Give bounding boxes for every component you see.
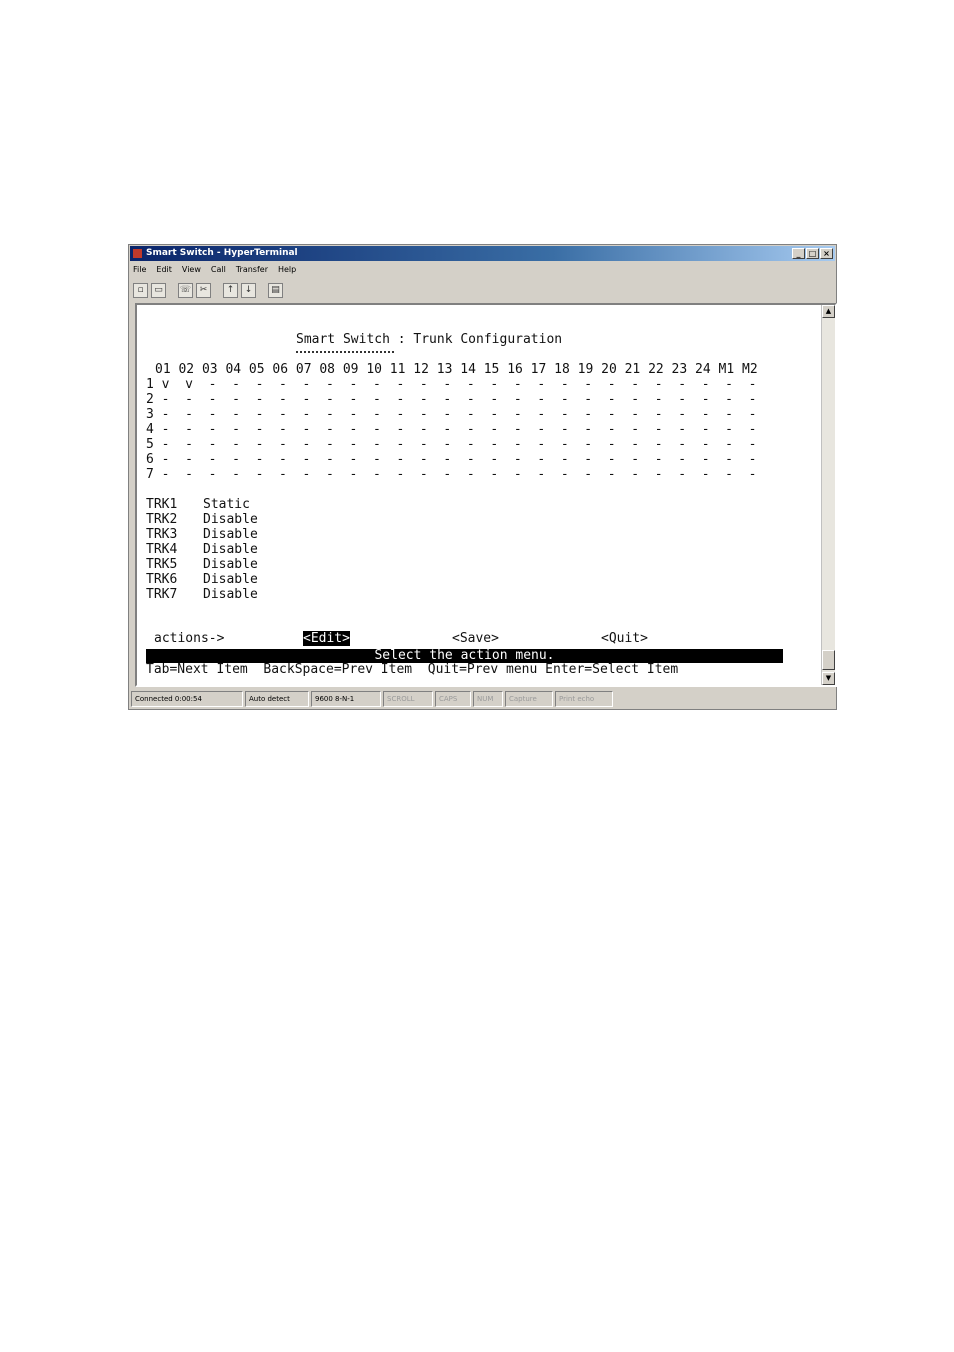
- status-message: Select the action menu.: [146, 649, 783, 663]
- trunk-row-2: 2 - - - - - - - - - - - - - - - - - - - …: [146, 392, 757, 407]
- trunk-mode: Static: [203, 497, 250, 512]
- hyperterminal-window: Smart Switch - HyperTerminal _ □ × File …: [128, 244, 837, 710]
- scroll-up-arrow-icon[interactable]: ▲: [822, 305, 835, 318]
- vertical-scrollbar[interactable]: ▲ ▼: [821, 305, 835, 685]
- menu-file[interactable]: File: [133, 263, 146, 277]
- trunk-mode: Disable: [203, 572, 258, 587]
- disconnect-icon[interactable]: ✂: [196, 282, 211, 298]
- close-button[interactable]: ×: [820, 248, 833, 259]
- open-icon[interactable]: ▭: [151, 282, 166, 298]
- new-connection-icon[interactable]: ▫: [133, 282, 148, 298]
- trunk-name: TRK5: [146, 557, 178, 572]
- trunk-name: TRK4: [146, 542, 178, 557]
- hyperterminal-app-icon: [133, 249, 142, 258]
- trunk-row-4: 4 - - - - - - - - - - - - - - - - - - - …: [146, 422, 757, 437]
- trunk-row-1: 1 v v - - - - - - - - - - - - - - - - - …: [146, 377, 757, 392]
- scroll-down-arrow-icon[interactable]: ▼: [822, 672, 835, 685]
- window-title: Smart Switch - HyperTerminal: [146, 248, 298, 258]
- toolbar: ▫ ▭ ☏ ✂ ↑ ↓ ▤: [133, 281, 283, 299]
- edit-action[interactable]: <Edit>: [303, 631, 350, 646]
- terminal-screen[interactable]: Smart Switch : Trunk Configuration 01 02…: [146, 310, 786, 677]
- trunk-mode: Disable: [203, 527, 258, 542]
- trunk-mode: Disable: [203, 542, 258, 557]
- menu-transfer[interactable]: Transfer: [236, 263, 268, 277]
- menu-edit[interactable]: Edit: [156, 263, 172, 277]
- print-echo-indicator: Print echo: [555, 691, 613, 707]
- menu-bar: File Edit View Call Transfer Help: [133, 263, 296, 277]
- trunk-row-6: 6 - - - - - - - - - - - - - - - - - - - …: [146, 452, 757, 467]
- terminal-frame[interactable]: Smart Switch : Trunk Configuration 01 02…: [135, 303, 837, 687]
- quit-action[interactable]: <Quit>: [601, 631, 648, 646]
- title-underline: [296, 351, 394, 353]
- detect-mode: Auto detect: [245, 691, 309, 707]
- receive-icon[interactable]: ↓: [241, 282, 256, 298]
- trunk-name: TRK3: [146, 527, 178, 542]
- trunk-name: TRK7: [146, 587, 178, 602]
- maximize-button[interactable]: □: [806, 248, 819, 259]
- screen-title: Smart Switch : Trunk Configuration: [296, 332, 563, 347]
- properties-icon[interactable]: ▤: [268, 282, 283, 298]
- trunk-mode: Disable: [203, 587, 258, 602]
- status-bar: Connected 0:00:54 Auto detect 9600 8-N-1…: [131, 691, 834, 707]
- trunk-name: TRK2: [146, 512, 178, 527]
- window-controls: _ □ ×: [792, 248, 833, 259]
- num-indicator: NUM: [473, 691, 503, 707]
- save-action[interactable]: <Save>: [452, 631, 499, 646]
- trunk-mode: Disable: [203, 557, 258, 572]
- capture-indicator: Capture: [505, 691, 553, 707]
- trunk-row-3: 3 - - - - - - - - - - - - - - - - - - - …: [146, 407, 757, 422]
- send-icon[interactable]: ↑: [223, 282, 238, 298]
- scroll-indicator: SCROLL: [383, 691, 433, 707]
- trunk-name: TRK6: [146, 572, 178, 587]
- call-icon[interactable]: ☏: [178, 282, 193, 298]
- minimize-button[interactable]: _: [792, 248, 805, 259]
- connection-time: Connected 0:00:54: [131, 691, 243, 707]
- menu-call[interactable]: Call: [211, 263, 226, 277]
- port-settings: 9600 8-N-1: [311, 691, 381, 707]
- menu-help[interactable]: Help: [278, 263, 296, 277]
- trunk-mode: Disable: [203, 512, 258, 527]
- trunk-name: TRK1: [146, 497, 178, 512]
- title-bar[interactable]: Smart Switch - HyperTerminal _ □ ×: [130, 246, 835, 261]
- menu-view[interactable]: View: [182, 263, 201, 277]
- scroll-thumb[interactable]: [822, 650, 835, 670]
- port-header: 01 02 03 04 05 06 07 08 09 10 11 12 13 1…: [155, 362, 758, 377]
- help-line: Tab=Next Item BackSpace=Prev Item Quit=P…: [146, 662, 679, 677]
- trunk-row-7: 7 - - - - - - - - - - - - - - - - - - - …: [146, 467, 757, 482]
- trunk-row-5: 5 - - - - - - - - - - - - - - - - - - - …: [146, 437, 757, 452]
- actions-label: actions->: [154, 631, 225, 646]
- caps-indicator: CAPS: [435, 691, 471, 707]
